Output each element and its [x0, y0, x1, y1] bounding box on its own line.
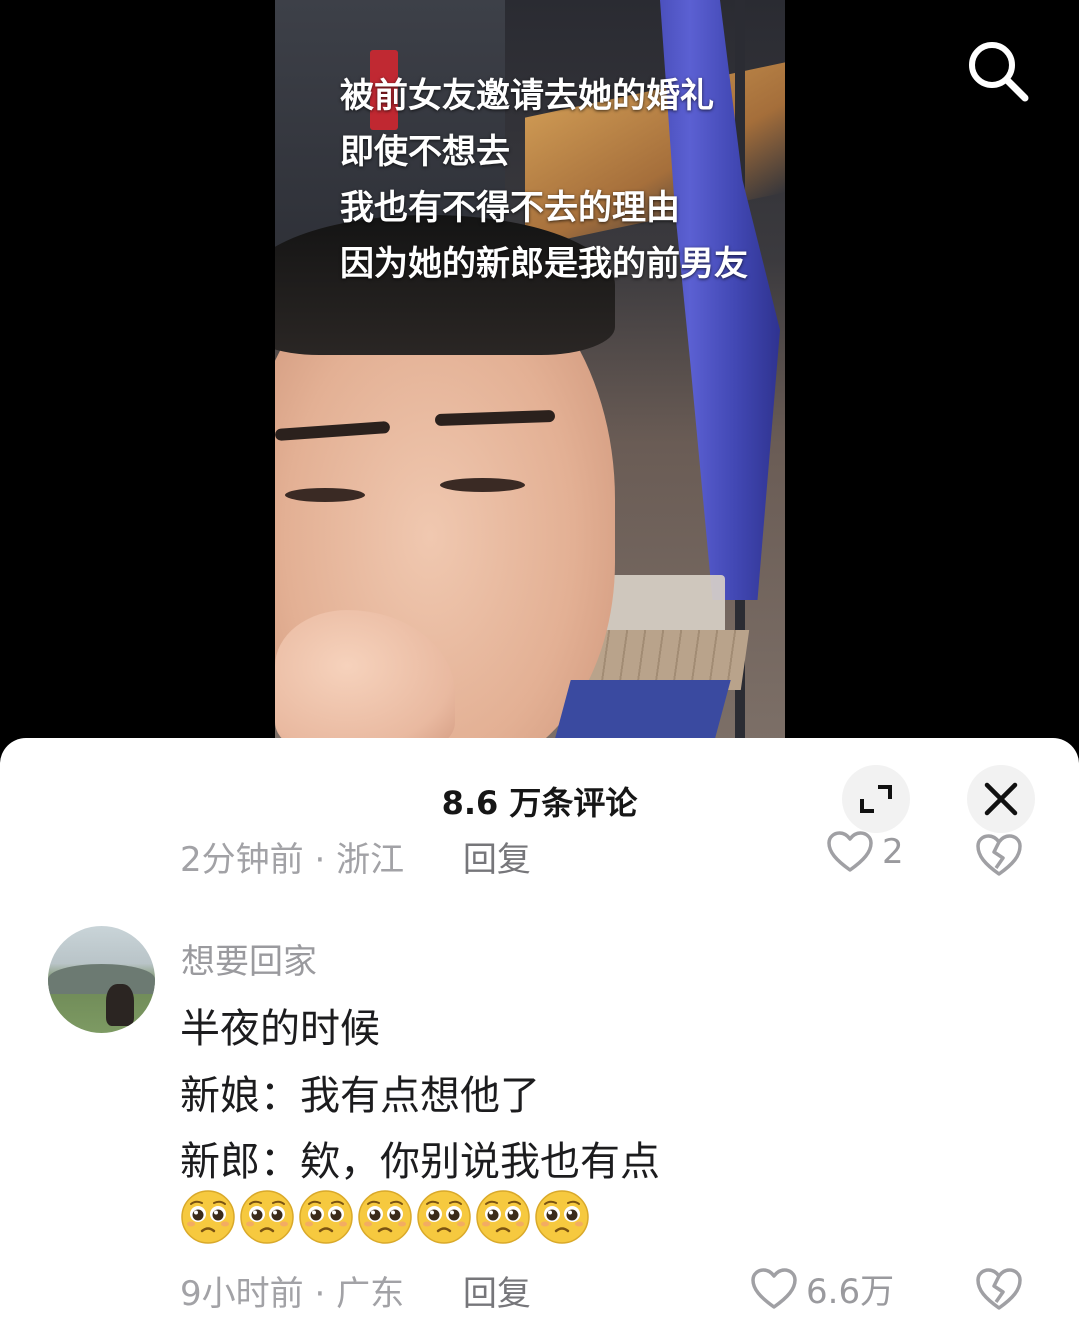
pleading-face-emoji	[299, 1190, 353, 1244]
search-icon[interactable]	[963, 36, 1031, 104]
reply-button[interactable]: 回复	[463, 1274, 531, 1314]
comment-username[interactable]: 想要回家	[181, 934, 317, 983]
caption-line: 即使不想去	[340, 132, 510, 172]
like-button[interactable]: 2	[826, 830, 904, 874]
meta-separator: ·	[314, 1274, 337, 1314]
caption-line: 我也有不得不去的理由	[340, 188, 680, 228]
expand-icon	[860, 785, 892, 813]
heart-outline-icon	[751, 1267, 797, 1309]
close-icon	[984, 782, 1018, 816]
pleading-face-emoji	[240, 1190, 294, 1244]
dislike-button[interactable]	[974, 1266, 1024, 1312]
expand-button[interactable]	[842, 765, 910, 833]
comments-count-title: 8.6 万条评论	[441, 784, 638, 822]
right-eye	[440, 478, 525, 492]
avatar-hill	[48, 964, 155, 994]
video-caption: 被前女友邀请去她的婚礼 即使不想去 我也有不得不去的理由 因为她的新郎是我的前男…	[340, 68, 748, 292]
pleading-face-emoji	[417, 1190, 471, 1244]
comment-text-line: 半夜的时候	[180, 1006, 380, 1052]
emoji-row	[180, 1189, 590, 1245]
like-count: 6.6万	[806, 1272, 895, 1312]
comment-time: 2分钟前	[180, 840, 304, 880]
pleading-face-emoji	[535, 1190, 589, 1244]
comment-location: 浙江	[336, 840, 405, 880]
shirt	[549, 680, 731, 740]
dislike-button[interactable]	[974, 832, 1024, 878]
heart-outline-icon	[827, 831, 873, 872]
video-player[interactable]: 被前女友邀请去她的婚礼 即使不想去 我也有不得不去的理由 因为她的新郎是我的前男…	[0, 0, 1079, 740]
caption-line: 因为她的新郎是我的前男友	[340, 244, 748, 284]
close-button[interactable]	[967, 765, 1035, 833]
comment-text-line: 新娘：我有点想他了	[180, 1073, 540, 1119]
comment-text-line: 新郎：欸，你别说我也有点	[180, 1139, 660, 1185]
comment-meta: 2分钟前 · 浙江 回复	[180, 832, 531, 881]
meta-separator: ·	[314, 840, 337, 880]
pleading-face-emoji	[181, 1190, 235, 1244]
comment-location: 广东	[336, 1274, 405, 1314]
comments-sheet: 8.6 万条评论 2分钟前 · 浙江 回复 2 想要回家 半夜的时候 新娘：我有…	[0, 738, 1079, 1336]
broken-heart-icon	[976, 1268, 1022, 1310]
comment-meta: 9小时前 · 广东 回复	[180, 1266, 531, 1315]
avatar[interactable]	[48, 926, 155, 1033]
like-count: 2	[882, 832, 904, 872]
left-eye	[285, 488, 365, 502]
like-button[interactable]: 6.6万	[750, 1264, 894, 1313]
comment-time: 9小时前	[180, 1274, 304, 1314]
broken-heart-icon	[976, 834, 1022, 876]
avatar-person	[106, 984, 134, 1026]
pleading-face-emoji	[358, 1190, 412, 1244]
caption-line: 被前女友邀请去她的婚礼	[340, 76, 714, 116]
reply-button[interactable]: 回复	[463, 840, 531, 880]
pleading-face-emoji	[476, 1190, 530, 1244]
